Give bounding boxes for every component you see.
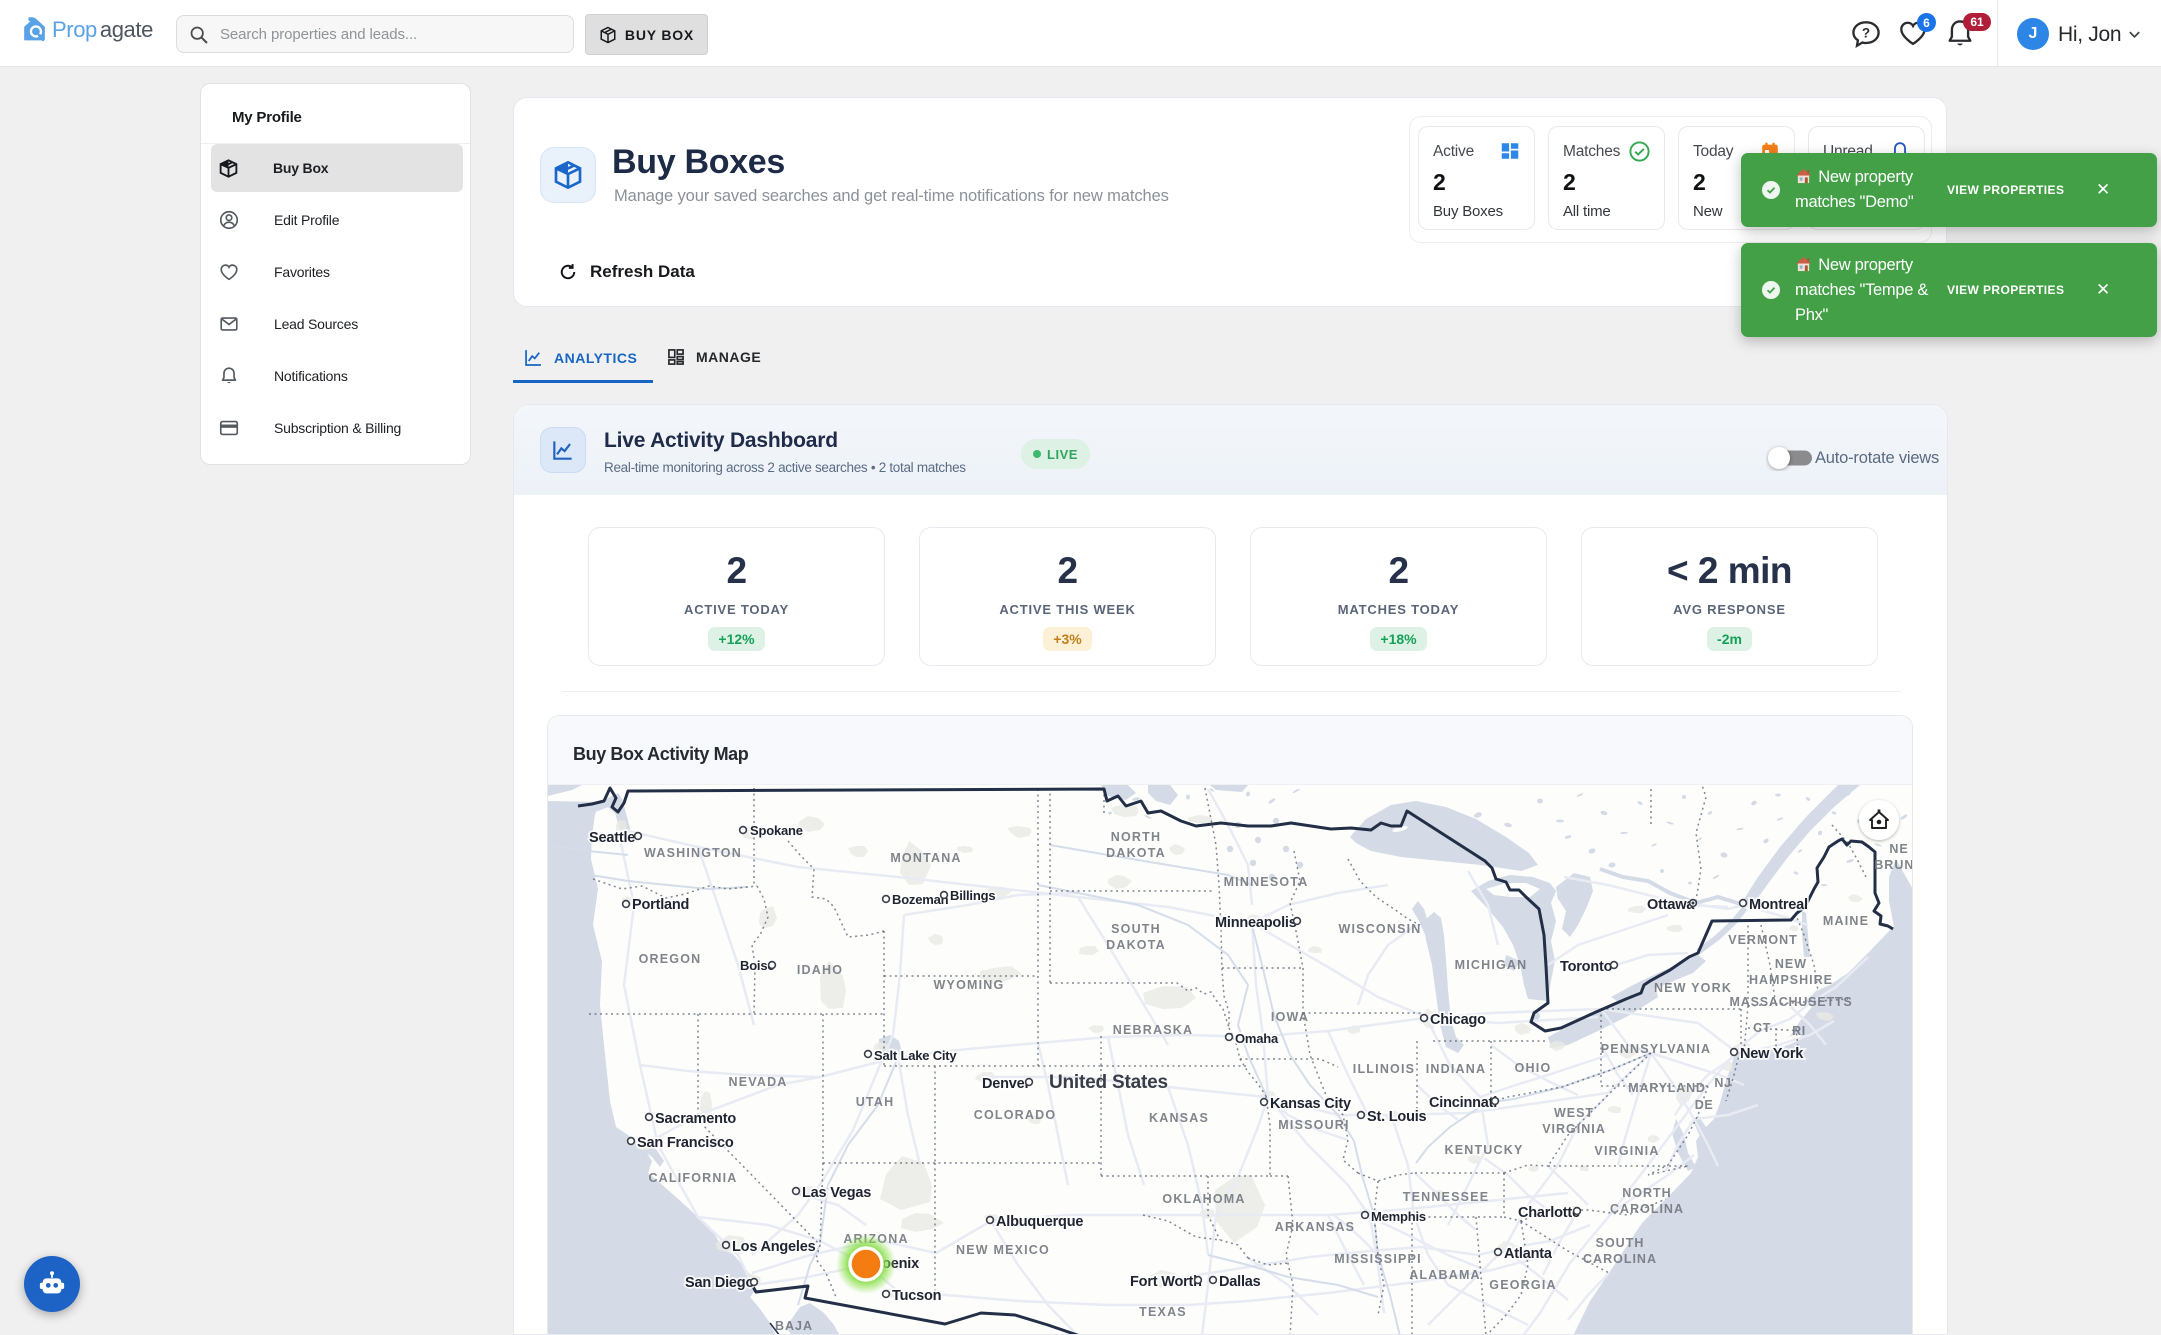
svg-text:KANSAS: KANSAS bbox=[1149, 1111, 1209, 1125]
svg-text:OHIO: OHIO bbox=[1515, 1061, 1552, 1075]
svg-text:WISCONSIN: WISCONSIN bbox=[1338, 922, 1421, 936]
svg-text:United States: United States bbox=[1049, 1072, 1168, 1093]
svg-text:DAKOTA: DAKOTA bbox=[1106, 938, 1166, 952]
svg-text:Denver: Denver bbox=[982, 1076, 1031, 1092]
svg-text:Memphis: Memphis bbox=[1371, 1209, 1426, 1224]
svg-text:UTAH: UTAH bbox=[856, 1095, 895, 1109]
svg-text:Albuquerque: Albuquerque bbox=[996, 1214, 1083, 1230]
svg-text:Tucson: Tucson bbox=[892, 1288, 941, 1304]
svg-text:Atlanta: Atlanta bbox=[1504, 1246, 1553, 1262]
svg-text:WEST: WEST bbox=[1554, 1106, 1594, 1120]
svg-text:MAINE: MAINE bbox=[1823, 914, 1869, 928]
svg-text:PENNSYLVANIA: PENNSYLVANIA bbox=[1601, 1042, 1711, 1056]
svg-text:Toronto: Toronto bbox=[1560, 959, 1613, 975]
svg-text:NE: NE bbox=[1889, 842, 1908, 856]
svg-text:NJ: NJ bbox=[1714, 1076, 1731, 1090]
svg-text:New York: New York bbox=[1740, 1046, 1804, 1062]
svg-text:Cincinnati: Cincinnati bbox=[1429, 1095, 1497, 1111]
svg-text:Ottawa: Ottawa bbox=[1647, 897, 1695, 913]
svg-text:INDIANA: INDIANA bbox=[1426, 1062, 1486, 1076]
svg-text:Portland: Portland bbox=[632, 897, 689, 913]
svg-text:TENNESSEE: TENNESSEE bbox=[1403, 1190, 1490, 1204]
svg-text:Fort Worth: Fort Worth bbox=[1130, 1274, 1202, 1290]
svg-text:NEW: NEW bbox=[1775, 957, 1807, 971]
svg-text:Montreal: Montreal bbox=[1749, 897, 1808, 913]
svg-text:MARYLAND: MARYLAND bbox=[1628, 1081, 1705, 1095]
svg-text:Kansas City: Kansas City bbox=[1270, 1096, 1351, 1112]
svg-text:Los Angeles: Los Angeles bbox=[732, 1239, 816, 1255]
svg-text:NORTH: NORTH bbox=[1622, 1186, 1671, 1200]
svg-text:CALIFORNIA: CALIFORNIA bbox=[648, 1171, 737, 1185]
svg-text:DE: DE bbox=[1695, 1098, 1714, 1112]
svg-text:Minneapolis: Minneapolis bbox=[1215, 915, 1297, 931]
svg-text:St. Louis: St. Louis bbox=[1367, 1109, 1427, 1125]
svg-text:MISSISSIPPI: MISSISSIPPI bbox=[1334, 1252, 1422, 1266]
svg-text:IDAHO: IDAHO bbox=[797, 963, 843, 977]
svg-text:Las Vegas: Las Vegas bbox=[802, 1185, 871, 1201]
svg-text:NEVADA: NEVADA bbox=[728, 1075, 787, 1089]
svg-text:OREGON: OREGON bbox=[639, 952, 702, 966]
svg-text:NEW YORK: NEW YORK bbox=[1654, 981, 1732, 995]
svg-text:MICHIGAN: MICHIGAN bbox=[1455, 958, 1528, 972]
svg-text:Charlotte: Charlotte bbox=[1518, 1205, 1580, 1221]
svg-text:SOUTH: SOUTH bbox=[1596, 1236, 1645, 1250]
svg-text:Spokane: Spokane bbox=[750, 823, 803, 838]
svg-text:MASSACHUSETTS: MASSACHUSETTS bbox=[1730, 995, 1853, 1009]
svg-text:COLORADO: COLORADO bbox=[974, 1108, 1057, 1122]
svg-text:CAROLINA: CAROLINA bbox=[1610, 1202, 1684, 1216]
svg-text:?: ? bbox=[1862, 26, 1870, 41]
svg-text:VIRGINIA: VIRGINIA bbox=[1594, 1144, 1659, 1158]
svg-text:BAJA: BAJA bbox=[775, 1319, 813, 1333]
svg-text:VERMONT: VERMONT bbox=[1728, 933, 1798, 947]
svg-text:NORTH: NORTH bbox=[1111, 830, 1161, 844]
svg-text:BRUNS: BRUNS bbox=[1874, 858, 1913, 872]
svg-text:San Francisco: San Francisco bbox=[637, 1135, 734, 1151]
svg-text:MINNESOTA: MINNESOTA bbox=[1224, 875, 1309, 889]
svg-text:CAROLINA: CAROLINA bbox=[1583, 1252, 1657, 1266]
svg-text:Billings: Billings bbox=[950, 888, 995, 903]
svg-text:RI: RI bbox=[1792, 1024, 1806, 1038]
svg-text:Salt Lake City: Salt Lake City bbox=[874, 1048, 957, 1063]
svg-text:CT: CT bbox=[1753, 1021, 1771, 1035]
svg-text:VIRGINIA: VIRGINIA bbox=[1542, 1122, 1606, 1136]
svg-text:Seattle: Seattle bbox=[589, 830, 635, 846]
svg-text:NEBRASKA: NEBRASKA bbox=[1113, 1023, 1193, 1037]
svg-text:ARKANSAS: ARKANSAS bbox=[1275, 1220, 1355, 1234]
svg-text:ILLINOIS: ILLINOIS bbox=[1353, 1062, 1415, 1076]
svg-text:TEXAS: TEXAS bbox=[1139, 1305, 1187, 1319]
svg-text:IOWA: IOWA bbox=[1271, 1010, 1309, 1024]
svg-text:Chicago: Chicago bbox=[1430, 1012, 1486, 1028]
svg-text:MISSOURI: MISSOURI bbox=[1278, 1118, 1349, 1132]
svg-text:San Diego: San Diego bbox=[685, 1275, 754, 1291]
svg-text:WYOMING: WYOMING bbox=[934, 978, 1005, 992]
svg-text:OKLAHOMA: OKLAHOMA bbox=[1162, 1192, 1245, 1206]
svg-text:KENTUCKY: KENTUCKY bbox=[1444, 1143, 1523, 1157]
svg-text:MONTANA: MONTANA bbox=[890, 851, 961, 865]
svg-text:DAKOTA: DAKOTA bbox=[1106, 846, 1166, 860]
svg-text:SOUTH: SOUTH bbox=[1111, 922, 1161, 936]
svg-text:Dallas: Dallas bbox=[1219, 1274, 1261, 1290]
svg-text:ALABAMA: ALABAMA bbox=[1409, 1268, 1481, 1282]
svg-text:NEW MEXICO: NEW MEXICO bbox=[956, 1243, 1050, 1257]
svg-text:GEORGIA: GEORGIA bbox=[1489, 1278, 1556, 1292]
svg-text:Sacramento: Sacramento bbox=[655, 1111, 736, 1127]
svg-text:WASHINGTON: WASHINGTON bbox=[644, 846, 742, 860]
svg-text:HAMPSHIRE: HAMPSHIRE bbox=[1749, 973, 1833, 987]
svg-text:Omaha: Omaha bbox=[1235, 1031, 1279, 1046]
